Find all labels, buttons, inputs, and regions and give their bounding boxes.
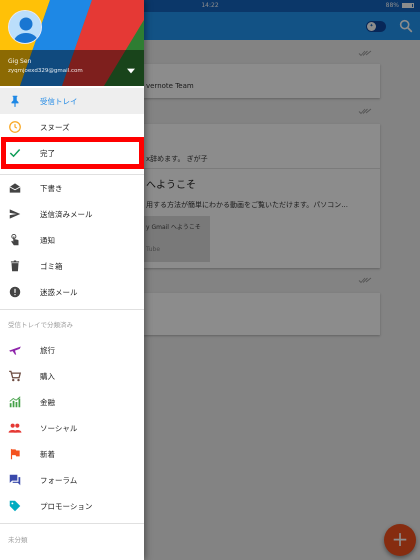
navigation-drawer: Gig Sen zyqmjoexd329@gmail.com 受信トレイ スヌー…: [0, 0, 144, 560]
nav-item-forums[interactable]: フォーラム: [0, 467, 144, 493]
nav-item-label: 完了: [40, 149, 55, 158]
spam-icon: [9, 286, 21, 298]
nav-item-drafts[interactable]: 下書き: [0, 175, 144, 201]
nav-item-label: ソーシャル: [40, 424, 78, 433]
nav-item-social[interactable]: ソーシャル: [0, 415, 144, 441]
clock-icon: [9, 121, 21, 133]
people-icon: [8, 423, 22, 433]
nav-item-promotions[interactable]: プロモーション: [0, 493, 144, 519]
nav-item-sent[interactable]: 送信済みメール: [0, 201, 144, 227]
touch-icon: [11, 233, 19, 246]
nav-item-label: 金融: [40, 398, 55, 407]
plane-icon: [9, 346, 21, 355]
tag-icon: [9, 500, 21, 512]
caret-down-icon[interactable]: [127, 68, 135, 74]
nav-item-label: スヌーズ: [40, 123, 70, 132]
nav-item-label: 下書き: [40, 184, 63, 193]
nav-item-label: 新着: [40, 450, 55, 459]
send-icon: [9, 209, 21, 219]
check-icon: [9, 148, 21, 158]
bundles-section-header: 受信トレイで分類済み: [8, 321, 73, 329]
nav-item-label: ゴミ箱: [40, 262, 63, 271]
nav-item-label: 受信トレイ: [40, 97, 78, 106]
nav-item-label: 迷惑メール: [40, 288, 78, 297]
unbundled-section-header: 未分類: [8, 536, 28, 544]
trash-icon: [10, 260, 20, 272]
pin-icon: [11, 95, 19, 107]
nav-item-label: プロモーション: [40, 502, 93, 511]
nav-item-done[interactable]: 完了: [0, 140, 144, 166]
drawer-header: Gig Sen zyqmjoexd329@gmail.com: [0, 0, 144, 86]
nav-divider: [0, 523, 144, 524]
account-email: zyqmjoexd329@gmail.com: [8, 68, 83, 74]
drafts-icon: [9, 183, 21, 193]
nav-item-spam[interactable]: 迷惑メール: [0, 279, 144, 305]
nav-item-inbox[interactable]: 受信トレイ: [0, 88, 144, 114]
cart-icon: [9, 370, 22, 382]
nav-item-reminders[interactable]: 通知: [0, 227, 144, 253]
account-name: Gig Sen: [8, 58, 32, 65]
nav-item-travel[interactable]: 旅行: [0, 337, 144, 363]
nav-item-label: 旅行: [40, 346, 55, 355]
nav-item-updates[interactable]: 新着: [0, 441, 144, 467]
avatar[interactable]: [8, 10, 42, 44]
forum-icon: [9, 474, 21, 486]
chart-icon: [9, 396, 21, 408]
nav-item-label: フォーラム: [40, 476, 78, 485]
nav-item-trash[interactable]: ゴミ箱: [0, 253, 144, 279]
nav-item-label: 通知: [40, 236, 55, 245]
nav-item-purchases[interactable]: 購入: [0, 363, 144, 389]
flag-icon: [10, 448, 20, 460]
nav-item-label: 送信済みメール: [40, 210, 93, 219]
nav-item-finance[interactable]: 金融: [0, 389, 144, 415]
nav-item-label: 購入: [40, 372, 55, 381]
nav-divider: [0, 309, 144, 310]
